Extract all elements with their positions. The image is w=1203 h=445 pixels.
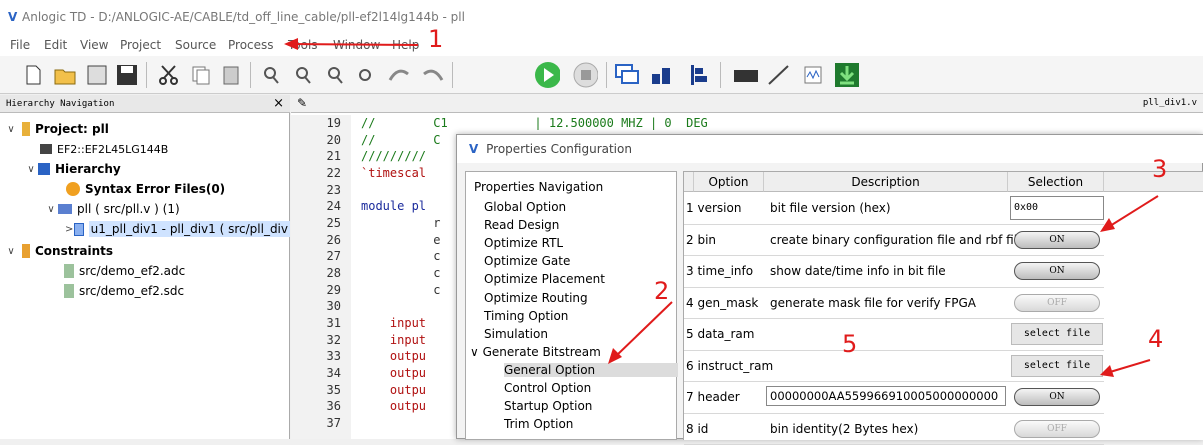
annotation-overlay bbox=[284, 38, 1159, 377]
annotation-arrow-4 bbox=[1100, 359, 1151, 377]
annotation-label-4: 4 bbox=[1148, 325, 1164, 353]
annotation-arrow-2 bbox=[608, 301, 673, 364]
annotation-arrow-3 bbox=[1100, 195, 1159, 232]
annotation-label-1: 1 bbox=[428, 25, 444, 53]
annotation-label-2: 2 bbox=[654, 277, 670, 305]
annotation-label-5: 5 bbox=[842, 330, 858, 358]
annotation-label-3: 3 bbox=[1152, 155, 1168, 183]
annotation-arrow-1 bbox=[284, 38, 419, 50]
